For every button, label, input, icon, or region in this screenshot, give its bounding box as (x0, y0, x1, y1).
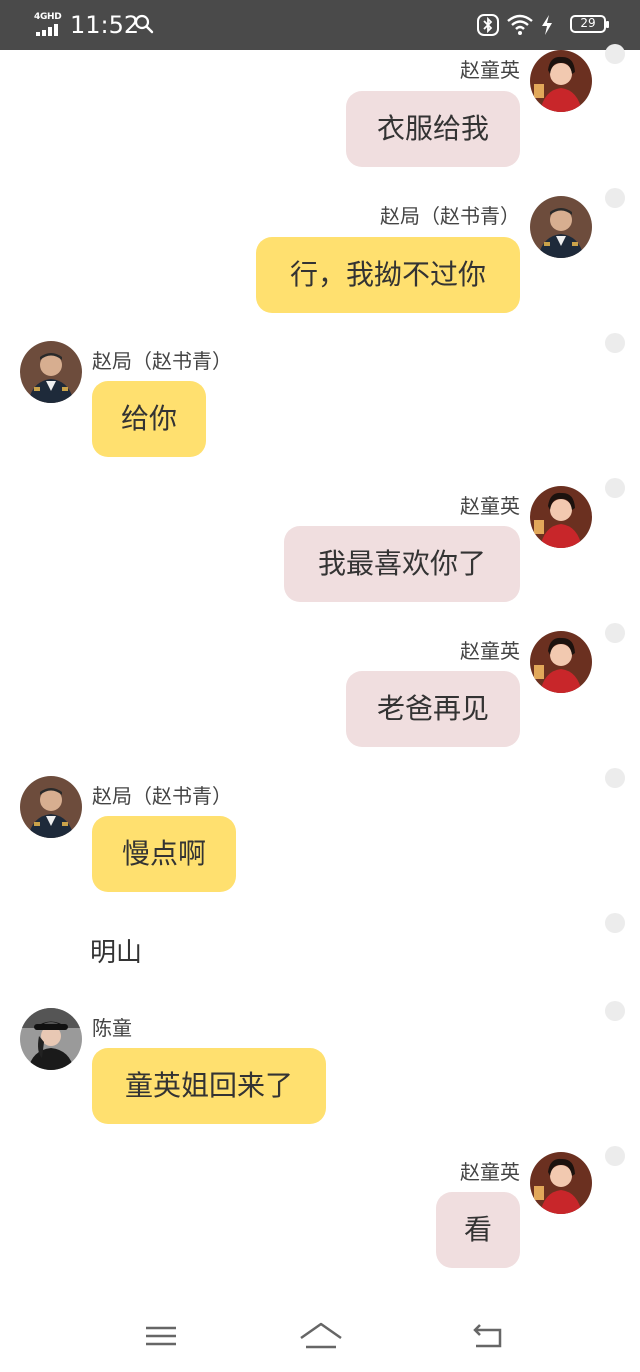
narration-text: 明山 (90, 938, 143, 968)
avatar[interactable] (20, 776, 82, 838)
select-dot[interactable] (605, 1146, 625, 1166)
message-bubble[interactable]: 衣服给我 (346, 91, 520, 167)
message-bubble[interactable]: 童英姐回来了 (92, 1048, 326, 1124)
status-time: 11:52 (70, 11, 140, 39)
sender-name: 赵童英 (460, 1160, 520, 1184)
avatar[interactable] (530, 486, 592, 548)
avatar[interactable] (20, 1008, 82, 1070)
sender-name: 赵局（赵书青） (380, 204, 520, 228)
bluetooth-icon (477, 14, 499, 36)
wifi-icon (507, 14, 533, 35)
avatar[interactable] (530, 50, 592, 112)
network-type: 4GHD (34, 12, 62, 22)
sender-name: 赵童英 (460, 494, 520, 518)
back-icon[interactable] (470, 1320, 510, 1352)
sender-name: 陈童 (92, 1016, 132, 1040)
cellular-signal-icon: 4GHD (34, 12, 62, 36)
status-bar: 4GHD 11:52 29 (0, 0, 640, 50)
message-bubble[interactable]: 行，我拗不过你 (256, 237, 520, 313)
navigation-bar (0, 1300, 640, 1372)
sender-name: 赵童英 (460, 639, 520, 663)
select-dot[interactable] (605, 478, 625, 498)
message-bubble[interactable]: 我最喜欢你了 (284, 526, 520, 602)
battery-icon: 29 (570, 15, 609, 33)
charging-icon (542, 15, 552, 35)
select-dot[interactable] (605, 913, 625, 933)
select-dot[interactable] (605, 44, 625, 64)
sender-name: 赵局（赵书青） (92, 349, 232, 373)
avatar[interactable] (530, 1152, 592, 1214)
select-dot[interactable] (605, 188, 625, 208)
select-dot[interactable] (605, 623, 625, 643)
select-dot[interactable] (605, 768, 625, 788)
battery-level: 29 (580, 16, 596, 30)
message-bubble[interactable]: 给你 (92, 381, 206, 457)
avatar[interactable] (530, 196, 592, 258)
message-bubble[interactable]: 慢点啊 (92, 816, 236, 892)
avatar[interactable] (530, 631, 592, 693)
sender-name: 赵局（赵书青） (92, 784, 232, 808)
menu-icon[interactable] (142, 1320, 182, 1352)
avatar[interactable] (20, 341, 82, 403)
search-icon (134, 14, 154, 34)
message-bubble[interactable]: 看 (436, 1192, 520, 1268)
select-dot[interactable] (605, 1001, 625, 1021)
message-bubble[interactable]: 老爸再见 (346, 671, 520, 747)
home-icon[interactable] (298, 1320, 344, 1352)
sender-name: 赵童英 (460, 58, 520, 82)
select-dot[interactable] (605, 333, 625, 353)
